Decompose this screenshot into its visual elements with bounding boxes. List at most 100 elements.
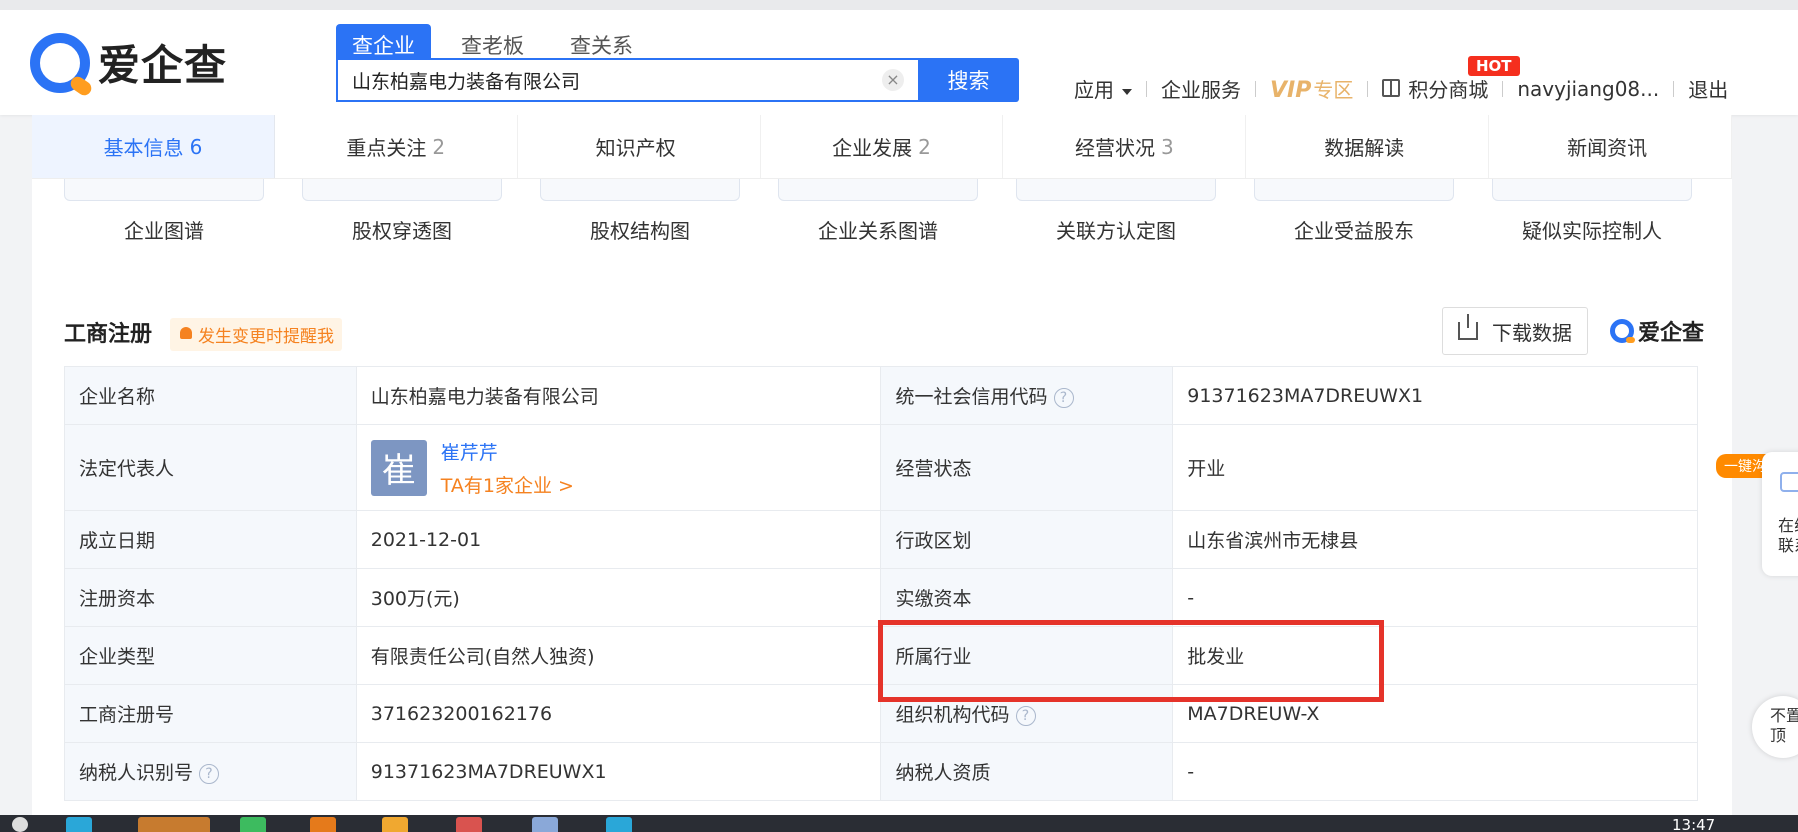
graph-enterprise-map[interactable]: 企业图谱 — [64, 179, 264, 244]
registration-table: 企业名称 山东柏嘉电力装备有限公司 统一社会信用代码? 91371623MA7D… — [64, 366, 1698, 801]
field-label: 法定代表人 — [64, 424, 357, 511]
app-icon[interactable] — [310, 817, 336, 832]
table-row: 企业类型 有限责任公司(自然人独资) 所属行业 批发业 — [64, 626, 1698, 685]
search-button[interactable]: 搜索 — [918, 58, 1019, 102]
nav-divider — [1673, 80, 1675, 97]
org-code-label: 组织机构代码 — [895, 704, 1010, 726]
graph-thumbnail — [778, 179, 978, 201]
tab-count: 2 — [432, 134, 446, 159]
table-row: 工商注册号 371623200162176 组织机构代码? MA7DREUW-X — [64, 684, 1698, 743]
unpin-button[interactable]: 不置顶 — [1752, 696, 1798, 758]
clear-icon[interactable]: × — [882, 69, 904, 91]
logout-link[interactable]: 退出 — [1688, 74, 1728, 103]
tab-basic-info[interactable]: 基本信息 6 — [32, 115, 275, 178]
graph-links: 企业图谱 股权穿透图 股权结构图 企业关系图谱 关联方认定图 企业受益股东 疑似… — [64, 179, 1734, 259]
browser-icon[interactable] — [66, 817, 92, 832]
start-icon[interactable] — [12, 817, 28, 832]
services-link[interactable]: 企业服务 — [1161, 74, 1241, 103]
search-input[interactable]: 山东柏嘉电力装备有限公司 × — [336, 58, 918, 102]
help-icon[interactable]: ? — [1053, 387, 1074, 408]
graph-beneficial-owner[interactable]: 企业受益股东 — [1254, 179, 1454, 244]
graph-label: 企业图谱 — [124, 219, 204, 243]
tab-news[interactable]: 新闻资讯 — [1489, 115, 1733, 178]
download-data-button[interactable]: 下载数据 — [1442, 307, 1588, 355]
graph-label: 疑似实际控制人 — [1522, 219, 1662, 243]
field-label: 组织机构代码? — [880, 684, 1174, 743]
graph-thumbnail — [1254, 179, 1454, 201]
download-label: 下载数据 — [1492, 320, 1572, 345]
field-label: 企业类型 — [64, 626, 357, 685]
field-label: 注册资本 — [64, 568, 357, 627]
graph-related-party[interactable]: 关联方认定图 — [1016, 179, 1216, 244]
tab-development[interactable]: 企业发展 2 — [761, 115, 1004, 178]
apps-menu[interactable]: 应用 — [1074, 74, 1132, 103]
username-link[interactable]: navyjiang08... — [1517, 77, 1659, 101]
credit-code-value: 91371623MA7DREUWX1 — [1172, 366, 1698, 425]
help-icon[interactable]: ? — [199, 763, 220, 784]
tab-operations[interactable]: 经营状况 3 — [1003, 115, 1247, 178]
active-app-icon[interactable] — [138, 817, 210, 832]
field-label: 统一社会信用代码? — [880, 366, 1174, 425]
field-label: 行政区划 — [880, 510, 1174, 569]
caret-down-icon — [1122, 88, 1132, 95]
graph-label: 股权穿透图 — [352, 219, 452, 243]
app-icon[interactable] — [456, 817, 482, 832]
field-label: 企业名称 — [64, 366, 357, 425]
points-mall-link[interactable]: 积分商城 — [1382, 74, 1488, 103]
founded-value: 2021-12-01 — [355, 510, 882, 569]
graph-actual-controller[interactable]: 疑似实际控制人 — [1492, 179, 1692, 244]
os-taskbar: 13:47 — [0, 815, 1798, 832]
table-row: 成立日期 2021-12-01 行政区划 山东省滨州市无棣县 — [64, 510, 1698, 569]
field-label: 工商注册号 — [64, 684, 357, 743]
tab-data-insights[interactable]: 数据解读 — [1246, 115, 1490, 178]
help-icon[interactable]: ? — [1015, 705, 1036, 726]
bell-icon — [180, 327, 192, 339]
main-tabs: 基本信息 6 重点关注 2 知识产权 企业发展 2 经营状况 3 数据解读 新闻资讯 — [32, 115, 1733, 179]
tab-count: 3 — [1161, 134, 1174, 159]
tab-count: 2 — [918, 134, 931, 159]
graph-equity-penetration[interactable]: 股权穿透图 — [302, 179, 502, 244]
vip-label: VIP — [1270, 78, 1312, 103]
company-detail-card: 基本信息 6 重点关注 2 知识产权 企业发展 2 经营状况 3 数据解读 新闻资讯 企… — [32, 115, 1734, 832]
points-mall-label: 积分商城 — [1408, 78, 1489, 102]
change-reminder-button[interactable]: 发生变更时提醒我 — [170, 318, 342, 351]
hot-badge: HOT — [1468, 56, 1520, 76]
vip-link[interactable]: VIP 专区 — [1270, 74, 1353, 103]
vip-zone-label: 专区 — [1313, 78, 1354, 102]
tab-label: 重点关注 — [346, 136, 427, 160]
online-contact-panel[interactable]: 在线联系 — [1762, 452, 1798, 576]
taxpayer-qual-value: - — [1172, 742, 1698, 801]
graph-relation-map[interactable]: 企业关系图谱 — [778, 179, 978, 244]
tab-key-focus[interactable]: 重点关注 2 — [275, 115, 518, 178]
tab-label: 经营状况 — [1075, 136, 1155, 160]
legal-rep-name-link[interactable]: 崔芹芹 — [441, 438, 574, 465]
top-nav: 应用 企业服务 VIP 专区 积分商城 navyjiang08... 退出 — [1074, 74, 1728, 104]
legal-rep-companies-link[interactable]: TA有1家企业 > — [441, 471, 574, 498]
avatar[interactable]: 崔 — [370, 439, 427, 496]
tab-ip[interactable]: 知识产权 — [518, 115, 761, 178]
field-label: 成立日期 — [64, 510, 357, 569]
app-icon[interactable] — [532, 817, 558, 832]
field-label: 纳税人资质 — [880, 742, 1174, 801]
tab-label: 数据解读 — [1324, 136, 1405, 160]
tab-count: 6 — [189, 134, 203, 159]
graph-label: 企业受益股东 — [1294, 219, 1414, 243]
tab-label: 新闻资讯 — [1567, 136, 1648, 160]
app-icon[interactable] — [382, 817, 408, 832]
site-logo[interactable]: 爱企查 — [30, 32, 227, 93]
graph-thumbnail — [1016, 179, 1216, 201]
company-type-value: 有限责任公司(自然人独资) — [355, 626, 882, 685]
brand-text: 爱企查 — [1638, 321, 1705, 346]
logo-text: 爱企查 — [98, 41, 228, 90]
taskbar-clock: 13:47 — [1672, 816, 1716, 832]
legal-rep: 崔 崔芹芹 TA有1家企业 > — [370, 438, 867, 498]
graph-equity-structure[interactable]: 股权结构图 — [540, 179, 740, 244]
logo-mark-icon — [1610, 319, 1635, 343]
nav-divider — [1367, 80, 1369, 97]
app-icon[interactable] — [606, 817, 632, 832]
tab-label: 基本信息 — [103, 136, 184, 160]
app-icon[interactable] — [240, 817, 266, 832]
search-input-value[interactable]: 山东柏嘉电力装备有限公司 — [352, 67, 882, 94]
section-title: 工商注册 — [64, 322, 153, 347]
table-row: 法定代表人 崔 崔芹芹 TA有1家企业 > 经营状态 开业 — [64, 424, 1698, 511]
